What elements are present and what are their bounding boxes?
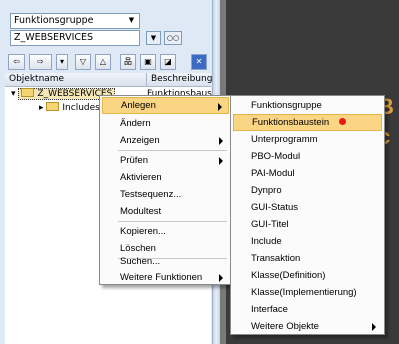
submenu-item-unterprogramm[interactable]: Unterprogramm [233,131,382,148]
collapsed-arrow-icon[interactable]: ▸ [39,103,44,113]
menu-label: Klasse(Implementierung) [251,287,357,298]
tree-header: Objektname Beschreibung [5,73,212,87]
submenu-item-transaktion[interactable]: Transaktion [233,250,382,267]
submenu-item-klasse-implementierung[interactable]: Klasse(Implementierung) [233,284,382,301]
menu-label: Interface [251,304,288,315]
submenu-item-dynpro[interactable]: Dynpro [233,182,382,199]
submenu-item-weitere-objekte[interactable]: Weitere Objekte [233,318,382,335]
menu-label: Dynpro [251,185,282,196]
menu-label: Testsequenz... [120,189,182,200]
collapse-icon[interactable]: ▽ [75,54,91,70]
display-icon[interactable]: ▣ [140,54,156,70]
menu-label: Suchen... [120,256,161,267]
submenu-item-pai-modul[interactable]: PAI-Modul [233,165,382,182]
menu-label: Include [251,236,282,247]
menu-label: PBO-Modul [251,151,301,162]
menu-label: Transaktion [251,253,301,264]
menu-separator [118,150,227,151]
menu-label: Funktionsgruppe [251,100,322,111]
menu-item-testsequenz[interactable]: Testsequenz... [102,186,229,203]
glasses-icon[interactable]: ○○ [164,31,182,45]
back-arrow-icon[interactable]: ⇦ [8,54,25,70]
dropdown-chevron-icon[interactable]: ▼ [146,31,161,45]
menu-item-anzeigen[interactable]: Anzeigen [102,132,229,149]
menu-item-pruefen[interactable]: Prüfen [102,152,229,169]
submenu-arrow-icon [219,137,223,145]
tree-row-includes[interactable]: ▸ Includes [39,102,100,115]
menu-label: Klasse(Definition) [251,270,326,281]
submenu-arrow-icon [219,157,223,165]
chevron-down-icon[interactable]: ▼ [124,14,139,28]
menu-label: Weitere Funktionen [120,272,203,283]
context-menu: Anlegen Ändern Anzeigen Prüfen Aktiviere… [99,95,232,285]
column-objektname: Objektname [9,74,65,84]
hierarchy-icon[interactable]: 品 [120,54,136,70]
settings-icon[interactable]: ◪ [160,54,176,70]
submenu-item-klasse-definition[interactable]: Klasse(Definition) [233,267,382,284]
forward-arrow-icon[interactable]: ⇨ [29,54,52,70]
column-beschreibung: Beschreibung [146,73,212,86]
menu-separator [118,221,227,222]
menu-label: Aktivieren [120,172,162,183]
submenu-arrow-icon [372,323,376,331]
menu-label: Kopieren... [120,226,166,237]
tree-node-label: Includes [62,103,100,113]
menu-item-anlegen[interactable]: Anlegen [102,97,229,114]
submenu-item-funktionsgruppe[interactable]: Funktionsgruppe [233,97,382,114]
folder-icon [21,88,35,97]
menu-label: GUI-Status [251,202,298,213]
close-icon[interactable]: ✕ [191,54,207,70]
submenu-item-funktionsbaustein[interactable]: Funktionsbaustein [233,114,382,131]
menu-item-aktivieren[interactable]: Aktivieren [102,169,229,186]
submenu-item-interface[interactable]: Interface [233,301,382,318]
submenu-item-pbo-modul[interactable]: PBO-Modul [233,148,382,165]
folder-icon [46,102,60,111]
object-name-input[interactable]: Z_WEBSERVICES [10,30,140,46]
submenu-arrow-icon [219,274,223,282]
object-type-value: Funktionsgruppe [14,15,94,26]
expand-icon[interactable]: △ [95,54,111,70]
menu-label: Weitere Objekte [251,321,319,332]
menu-label: Anzeigen [120,135,160,146]
submenu-anlegen: Funktionsgruppe Funktionsbaustein Unterp… [230,95,385,335]
menu-item-suchen[interactable]: Suchen... [102,253,229,270]
submenu-item-include[interactable]: Include [233,233,382,250]
menu-label: Unterprogramm [251,134,318,145]
menu-label: GUI-Titel [251,219,289,230]
menu-item-modultest[interactable]: Modultest [102,203,229,220]
menu-item-aendern[interactable]: Ändern [102,115,229,132]
menu-label: PAI-Modul [251,168,295,179]
dropdown-icon[interactable]: ▾ [56,54,68,70]
object-type-select[interactable]: Funktionsgruppe [10,13,140,29]
expand-arrow-icon[interactable]: ▾ [11,89,16,99]
menu-label: Ändern [120,118,151,129]
submenu-arrow-icon [218,103,222,111]
menu-label: Modultest [120,206,162,217]
submenu-item-gui-status[interactable]: GUI-Status [233,199,382,216]
menu-item-kopieren[interactable]: Kopieren... [102,223,229,240]
menu-label: Prüfen [120,155,148,166]
red-dot-icon [339,118,347,125]
submenu-item-gui-titel[interactable]: GUI-Titel [233,216,382,233]
menu-label: Funktionsbaustein [252,117,330,128]
menu-label: Anlegen [121,100,156,111]
menu-item-weitere-funktionen[interactable]: Weitere Funktionen [102,269,229,286]
object-name-value: Z_WEBSERVICES [14,32,94,43]
